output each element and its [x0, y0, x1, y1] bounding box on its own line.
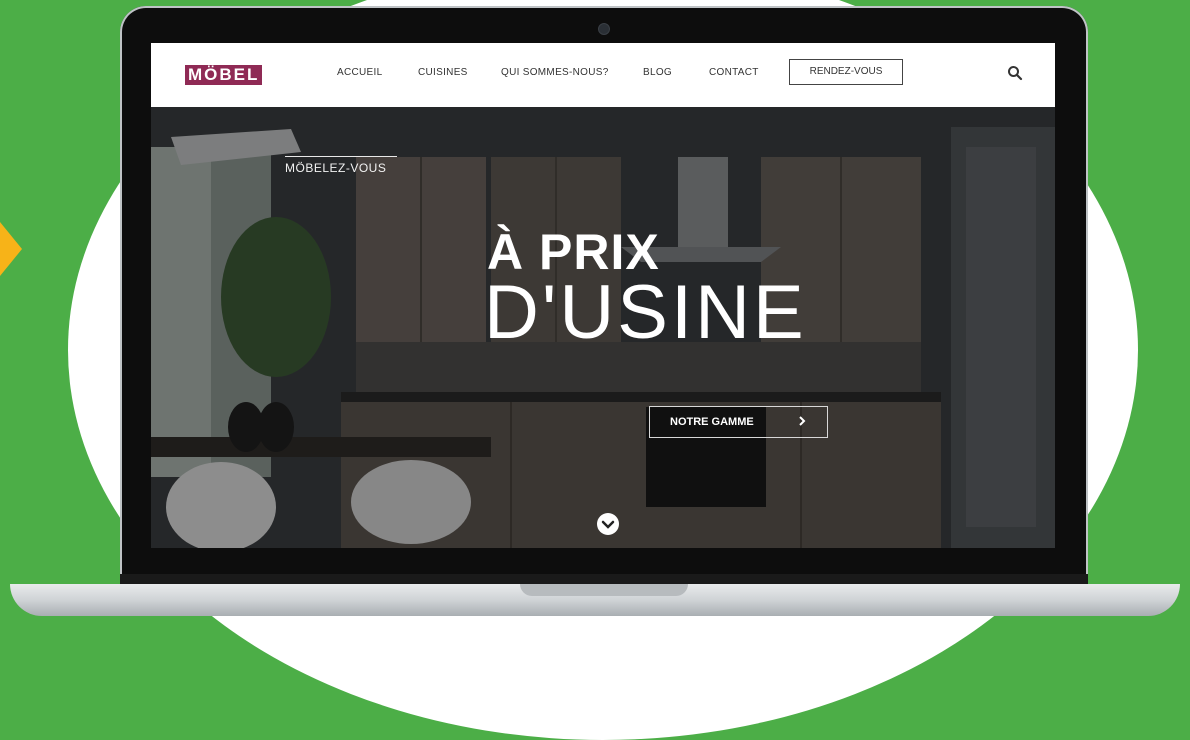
kicker-divider	[285, 156, 397, 157]
notre-gamme-label: NOTRE GAMME	[670, 416, 754, 428]
hero-section: MÖBELEZ-VOUS À PRIX D'USINE NOTRE GAMME	[151, 107, 1055, 548]
navbar: MÖBEL ACCUEIL CUISINES QUI SOMMES-NOUS? …	[151, 43, 1055, 107]
nav-accueil[interactable]: ACCUEIL	[337, 67, 382, 78]
chevron-right-icon	[799, 416, 806, 426]
laptop-notch	[520, 584, 688, 596]
chevron-down-icon	[601, 520, 615, 529]
nav-contact[interactable]: CONTACT	[709, 67, 759, 78]
webcam	[598, 23, 610, 35]
notre-gamme-button[interactable]: NOTRE GAMME	[649, 406, 828, 438]
search-icon[interactable]	[1007, 65, 1023, 81]
hero-kicker: MÖBELEZ-VOUS	[285, 161, 387, 175]
decorative-arrow	[0, 222, 22, 276]
nav-blog[interactable]: BLOG	[643, 67, 672, 78]
scroll-down-button[interactable]	[597, 513, 619, 535]
nav-cuisines[interactable]: CUISINES	[418, 67, 468, 78]
nav-qui-sommes-nous[interactable]: QUI SOMMES-NOUS?	[501, 67, 609, 78]
logo[interactable]: MÖBEL	[185, 65, 263, 85]
rendez-vous-button[interactable]: RENDEZ-VOUS	[789, 59, 903, 85]
website-screen: MÖBEL ACCUEIL CUISINES QUI SOMMES-NOUS? …	[151, 43, 1055, 548]
hero-headline-line2: D'USINE	[484, 270, 807, 355]
